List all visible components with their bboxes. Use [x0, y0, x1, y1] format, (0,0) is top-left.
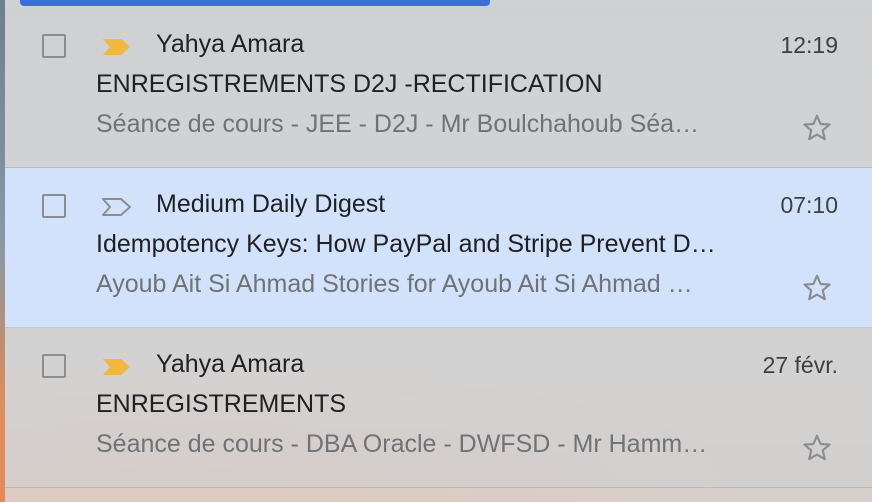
email-sender: Medium Daily Digest	[156, 190, 386, 218]
star-icon[interactable]	[801, 432, 833, 464]
email-subject: Idempotency Keys: How PayPal and Stripe …	[96, 230, 716, 258]
loading-progress-bar	[20, 0, 490, 6]
select-checkbox[interactable]	[42, 34, 66, 58]
select-checkbox[interactable]	[42, 354, 66, 378]
email-row[interactable]: Yahya Amara 27 févr. ENREGISTREMENTS Séa…	[5, 328, 872, 488]
email-sender: Yahya Amara	[156, 30, 305, 58]
important-marker-icon[interactable]	[101, 356, 133, 378]
email-snippet: Séance de cours - DBA Oracle - DWFSD - M…	[96, 430, 708, 458]
star-icon[interactable]	[801, 272, 833, 304]
email-time: 27 févr.	[762, 352, 838, 378]
select-checkbox[interactable]	[42, 194, 66, 218]
email-time: 07:10	[780, 192, 838, 218]
email-subject: ENREGISTREMENTS	[96, 390, 347, 418]
email-subject: ENREGISTREMENTS D2J -RECTIFICATION	[96, 70, 603, 98]
email-time: 12:19	[780, 32, 838, 58]
important-marker-icon[interactable]	[101, 36, 133, 58]
important-marker-outline-icon[interactable]	[101, 196, 133, 218]
email-list: Yahya Amara 12:19 ENREGISTREMENTS D2J -R…	[5, 8, 872, 488]
email-snippet: Séance de cours - JEE - D2J - Mr Boulcha…	[96, 110, 700, 138]
email-sender: Yahya Amara	[156, 350, 305, 378]
email-row[interactable]: Medium Daily Digest 07:10 Idempotency Ke…	[5, 168, 872, 328]
email-snippet: Ayoub Ait Si Ahmad Stories for Ayoub Ait…	[96, 270, 693, 298]
star-icon[interactable]	[801, 112, 833, 144]
email-row[interactable]: Yahya Amara 12:19 ENREGISTREMENTS D2J -R…	[5, 8, 872, 168]
